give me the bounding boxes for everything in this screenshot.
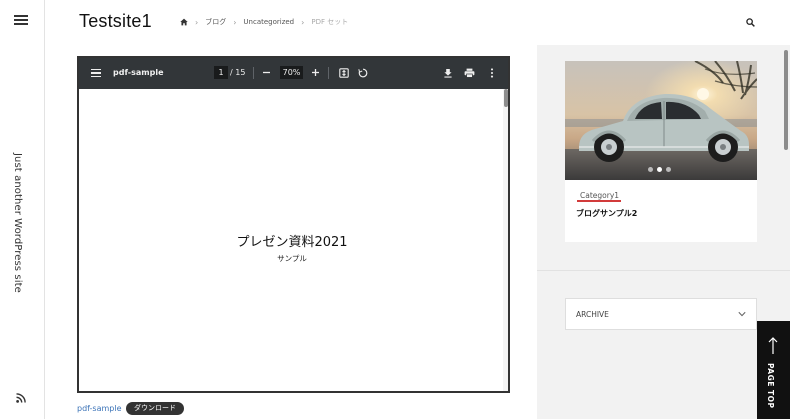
slider-dot-active[interactable]	[657, 167, 662, 172]
slider-dot[interactable]	[666, 167, 671, 172]
main-content: pdf-sample 1 / 15 70% プレゼン資料2021 サンプル pd…	[45, 45, 537, 419]
post-category[interactable]: Category1	[580, 191, 619, 200]
pdf-filename: pdf-sample	[113, 68, 164, 77]
slider-dots	[648, 167, 671, 172]
post-card[interactable]: Category1 ブログサンプル2	[565, 61, 757, 242]
post-thumbnail[interactable]	[565, 61, 757, 180]
zoom-in-icon[interactable]	[309, 66, 322, 79]
chevron-down-icon	[738, 311, 746, 317]
rotate-icon[interactable]	[356, 66, 369, 79]
pdf-page-total: / 15	[230, 68, 246, 77]
print-icon[interactable]	[463, 66, 476, 79]
hamburger-menu-icon[interactable]	[14, 15, 28, 25]
pdf-page-title: プレゼン資料2021	[236, 235, 348, 250]
breadcrumb: › ブログ › Uncategorized › PDF セット	[180, 17, 348, 27]
archive-label: ARCHIVE	[576, 310, 609, 319]
pdf-page-subtitle: サンプル	[277, 254, 307, 263]
pdf-zoom-input[interactable]: 70%	[280, 66, 303, 79]
category-underline	[577, 200, 621, 202]
pdf-scrollbar[interactable]	[503, 89, 508, 391]
car-photo	[565, 61, 757, 180]
fit-page-icon[interactable]	[337, 66, 350, 79]
archive-dropdown[interactable]: ARCHIVE	[565, 298, 757, 330]
breadcrumb-separator: ›	[301, 17, 305, 27]
home-icon[interactable]	[180, 18, 188, 26]
pdf-toolbar-divider	[328, 67, 329, 79]
breadcrumb-separator: ›	[233, 17, 237, 27]
pdf-file-link[interactable]: pdf-sample	[77, 404, 122, 413]
page-top-button[interactable]: PAGE TOP	[757, 321, 790, 419]
pdf-page: プレゼン資料2021 サンプル	[79, 89, 505, 391]
pdf-scroll-thumb[interactable]	[504, 89, 508, 107]
pdf-toolbar: pdf-sample 1 / 15 70%	[79, 58, 508, 89]
download-icon[interactable]	[441, 66, 454, 79]
pdf-viewer[interactable]: pdf-sample 1 / 15 70% プレゼン資料2021 サンプル	[77, 56, 510, 393]
zoom-out-icon[interactable]	[260, 66, 273, 79]
search-icon[interactable]	[746, 18, 755, 27]
site-title[interactable]: Testsite1	[79, 11, 152, 32]
site-header: Testsite1 › ブログ › Uncategorized › PDF セッ…	[45, 0, 790, 45]
arrow-up-icon	[768, 337, 778, 354]
more-vert-icon[interactable]	[485, 66, 498, 79]
breadcrumb-separator: ›	[195, 17, 199, 27]
breadcrumb-item-blog[interactable]: ブログ	[205, 17, 226, 27]
slider-dot[interactable]	[648, 167, 653, 172]
pdf-toolbar-divider	[253, 67, 254, 79]
sidebar-divider	[537, 270, 790, 271]
page-top-label: PAGE TOP	[766, 363, 775, 409]
download-button[interactable]: ダウンロード	[126, 402, 184, 415]
rss-icon[interactable]	[16, 393, 26, 403]
pdf-menu-icon[interactable]	[91, 69, 101, 77]
site-tagline: Just another WordPress site	[12, 153, 23, 293]
left-sidebar: Just another WordPress site	[0, 0, 45, 419]
breadcrumb-item-uncategorized[interactable]: Uncategorized	[243, 18, 294, 26]
breadcrumb-current: PDF セット	[311, 18, 349, 26]
sidebar-scrollbar[interactable]	[784, 50, 788, 150]
post-title[interactable]: ブログサンプル2	[576, 208, 637, 219]
pdf-page-input[interactable]: 1	[214, 66, 228, 79]
